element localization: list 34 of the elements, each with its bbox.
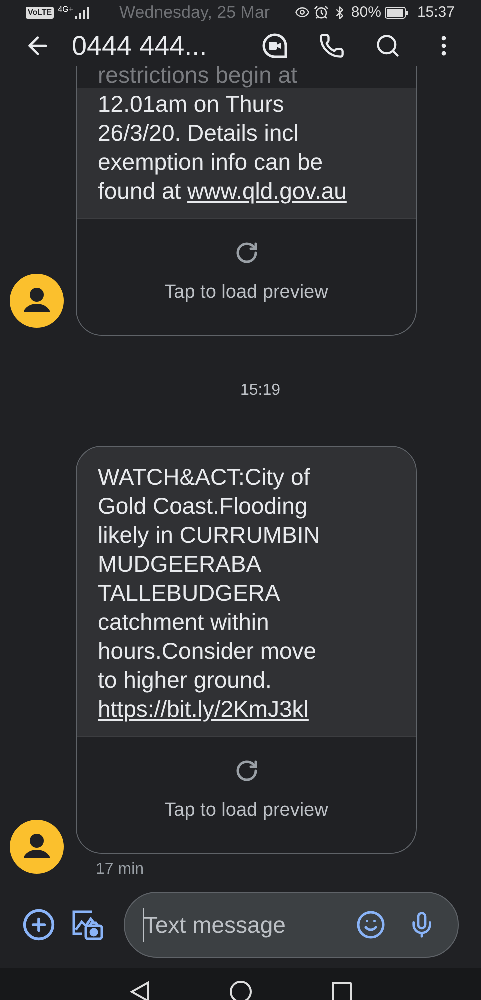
battery-percent: 80% xyxy=(351,2,382,22)
message-link[interactable]: https://bit.ly/2KmJ3kl xyxy=(98,696,309,722)
message-text: WATCH&ACT:City of Gold Coast.Flooding likely in CURRUMBIN MUDGEERABA TALLEBUDGERA catchment within hours.Consider move to higher ground. https://bit.ly/2KmJ3kl xyxy=(98,463,322,724)
phone-icon[interactable] xyxy=(319,32,345,59)
battery-icon xyxy=(385,6,410,19)
timestamp: 15:19 xyxy=(240,381,281,401)
message-field[interactable]: Text message xyxy=(143,908,348,942)
faded-message-text: restrictions begin at xyxy=(98,66,298,88)
avatar-icon[interactable] xyxy=(10,274,64,328)
reload-icon xyxy=(234,240,258,265)
message-link[interactable]: www.qld.gov.au xyxy=(188,178,347,204)
avatar-icon[interactable] xyxy=(10,820,64,874)
emoji-icon[interactable] xyxy=(356,910,386,940)
back-nav-icon[interactable] xyxy=(130,981,150,1000)
message-input[interactable]: Text message xyxy=(124,892,459,958)
signal-icon xyxy=(74,6,90,19)
load-preview-button[interactable]: Tap to load preview xyxy=(164,278,328,314)
clock: 15:37 xyxy=(417,2,455,22)
contact-name: 0444 444... xyxy=(72,30,208,62)
gallery-icon[interactable] xyxy=(70,908,104,942)
volte-badge: VoLTE xyxy=(26,6,54,19)
search-icon[interactable] xyxy=(375,32,401,59)
load-preview-button[interactable]: Tap to load preview xyxy=(164,796,328,832)
recents-nav-icon[interactable] xyxy=(332,982,352,1000)
network-type: 4G+ xyxy=(58,4,74,16)
message-text: 12.01am on Thurs 26/3/20. Details incl exemption info can be found at www.qld.gov.au xyxy=(98,90,348,206)
home-nav-icon[interactable] xyxy=(230,981,252,1000)
video-call-icon[interactable] xyxy=(261,32,289,60)
reload-icon xyxy=(234,758,258,783)
faded-date: Wednesday, 25 Mar xyxy=(120,2,270,24)
eye-icon xyxy=(295,5,310,20)
alarm-icon xyxy=(314,5,330,20)
add-icon[interactable] xyxy=(22,908,56,942)
message-time: 17 min xyxy=(95,860,146,880)
